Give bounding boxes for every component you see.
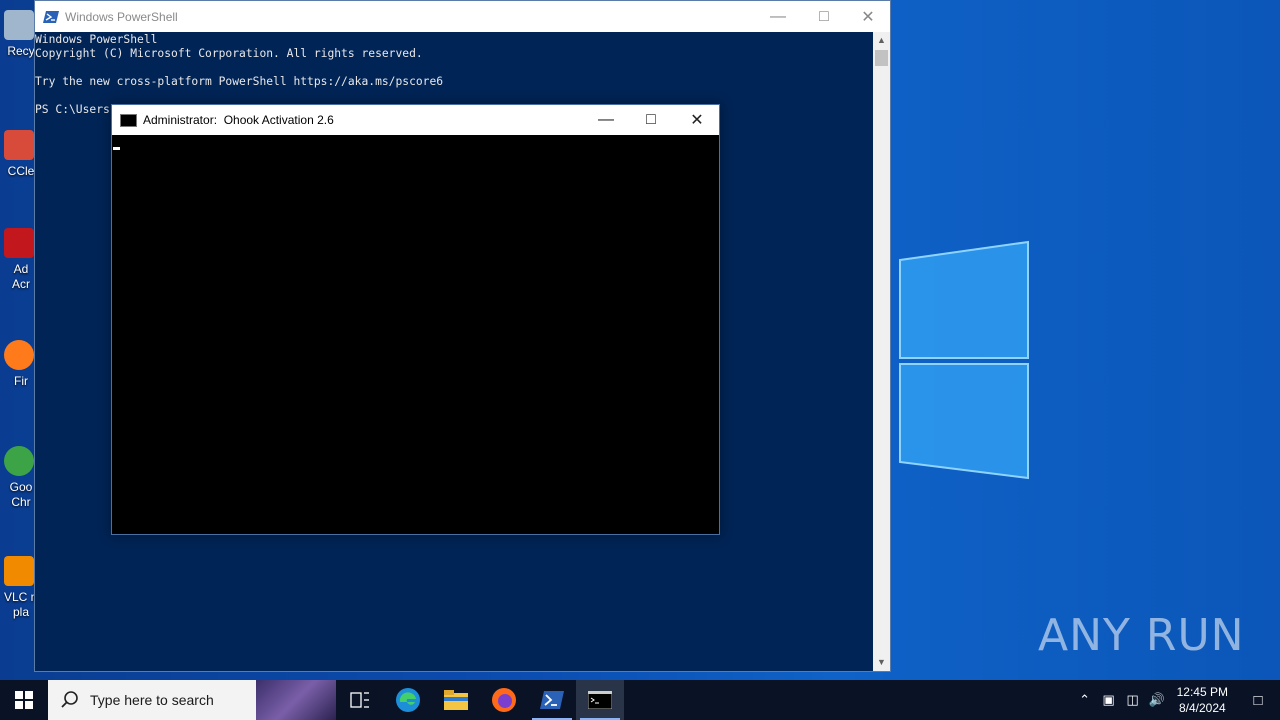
powershell-titlebar[interactable]: Windows PowerShell — □ ✕ [35, 1, 890, 32]
powershell-scrollbar[interactable]: ▲ ▼ [873, 32, 890, 671]
minimize-button[interactable]: — [583, 105, 629, 135]
firefox-icon [492, 688, 516, 712]
console-line: Windows PowerShell [35, 33, 158, 46]
search-highlight-image [256, 680, 336, 720]
edge-taskbar-button[interactable] [384, 680, 432, 720]
cmd-icon [588, 691, 612, 709]
desktop-icon-label: Goo Chr [9, 480, 33, 509]
desktop-icon-label: Fir [14, 374, 28, 388]
edge-icon [396, 688, 420, 712]
vlc-icon[interactable]: VLC m pla [4, 556, 41, 620]
firefox-taskbar-button[interactable] [480, 680, 528, 720]
console-line: Try the new cross-platform PowerShell ht… [35, 75, 444, 88]
network-icon[interactable]: ◫ [1121, 692, 1145, 708]
file-explorer-taskbar-button[interactable] [432, 680, 480, 720]
windows-logo-wallpaper [899, 240, 1029, 480]
maximize-button[interactable]: □ [628, 105, 674, 135]
desktop-icon-label: CCle [7, 164, 35, 178]
recycle-bin-icon[interactable]: Recy [4, 10, 38, 59]
desktop-icon-label: VLC m pla [4, 590, 41, 619]
acrobat-icon[interactable]: Ad Acr [4, 228, 38, 292]
taskbar: Type here to search ⌃ ▣ ◫ 🔊 12:45 PM 8/4… [0, 680, 1280, 720]
folder-icon [444, 690, 468, 710]
cmd-title: Administrator: Ohook Activation 2.6 [143, 113, 334, 127]
search-placeholder: Type here to search [90, 692, 214, 708]
firefox-icon[interactable]: Fir [4, 340, 38, 389]
scroll-down-arrow-icon[interactable]: ▼ [873, 654, 890, 671]
chevron-up-icon[interactable]: ⌃ [1073, 692, 1097, 708]
close-button[interactable]: ✕ [674, 105, 720, 135]
powershell-title: Windows PowerShell [65, 9, 178, 24]
close-button[interactable]: ✕ [845, 1, 891, 32]
desktop-icon-label: Ad Acr [12, 262, 30, 291]
task-view-icon [350, 692, 369, 708]
maximize-button[interactable]: □ [801, 1, 847, 32]
console-line: Copyright (C) Microsoft Corporation. All… [35, 47, 423, 60]
scrollbar-thumb[interactable] [875, 50, 888, 66]
search-box[interactable]: Type here to search [48, 680, 336, 720]
text-cursor [113, 147, 120, 150]
minimize-button[interactable]: — [755, 1, 801, 32]
system-tray: ⌃ ▣ ◫ 🔊 12:45 PM 8/4/2024 □ [1073, 680, 1280, 720]
windows-start-icon [15, 691, 33, 709]
network-adapter-icon[interactable]: ▣ [1097, 692, 1121, 708]
clock-date: 8/4/2024 [1178, 701, 1226, 715]
cmd-titlebar[interactable]: Administrator: Ohook Activation 2.6 — □ … [112, 105, 719, 135]
cmd-taskbar-button[interactable] [576, 680, 624, 720]
notification-icon[interactable]: □ [1236, 692, 1280, 709]
anyrun-watermark: ANY RUN [1038, 610, 1245, 661]
clock[interactable]: 12:45 PM 8/4/2024 [1177, 684, 1228, 716]
cmd-icon [120, 113, 137, 127]
search-icon [61, 691, 78, 708]
clock-time: 12:45 PM [1176, 685, 1228, 699]
chrome-icon[interactable]: Goo Chr [4, 446, 38, 510]
powershell-taskbar-button[interactable] [528, 680, 576, 720]
powershell-icon [540, 691, 564, 709]
ccleaner-icon[interactable]: CCle [4, 130, 38, 179]
powershell-icon [43, 10, 59, 23]
task-view-button[interactable] [336, 680, 384, 720]
cmd-window[interactable]: Administrator: Ohook Activation 2.6 — □ … [111, 104, 720, 535]
desktop-icon-label: Recy [7, 44, 35, 58]
volume-icon[interactable]: 🔊 [1145, 692, 1169, 708]
scroll-up-arrow-icon[interactable]: ▲ [873, 32, 890, 49]
start-button[interactable] [0, 680, 48, 720]
